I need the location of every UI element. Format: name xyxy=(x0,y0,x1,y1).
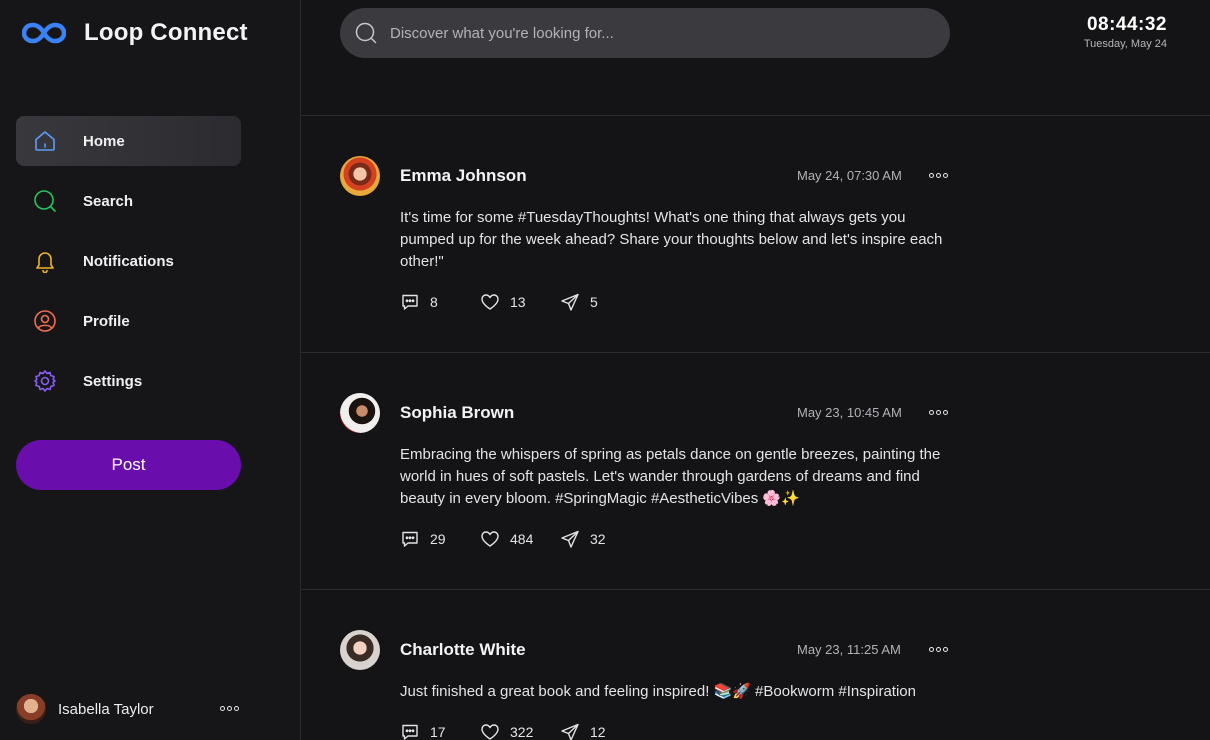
user-circle-icon xyxy=(32,308,58,334)
search-icon xyxy=(355,22,377,44)
sidebar-item-label: Search xyxy=(83,192,134,210)
like-button[interactable]: 484 xyxy=(480,529,533,549)
current-user[interactable]: Isabella Taylor xyxy=(16,694,241,724)
post-author[interactable]: Emma Johnson xyxy=(400,166,527,186)
more-options-icon[interactable] xyxy=(929,410,948,415)
share-count: 32 xyxy=(590,531,606,547)
comment-icon xyxy=(402,294,418,310)
send-icon xyxy=(561,723,579,740)
sidebar-item-home[interactable]: Home xyxy=(16,116,241,166)
search-input[interactable] xyxy=(390,24,910,42)
post-author[interactable]: Charlotte White xyxy=(400,640,526,660)
avatar[interactable] xyxy=(340,393,380,433)
share-count: 12 xyxy=(590,724,606,740)
like-button[interactable]: 322 xyxy=(480,722,533,740)
app: Loop Connect Home Search Notifications P xyxy=(0,0,1210,740)
sidebar-item-label: Notifications xyxy=(83,252,174,270)
comment-icon xyxy=(402,724,418,740)
search-icon xyxy=(32,188,58,214)
post-author[interactable]: Sophia Brown xyxy=(400,403,514,423)
sidebar-item-profile[interactable]: Profile xyxy=(16,296,241,346)
more-options-icon[interactable] xyxy=(929,173,948,178)
post-text: Just finished a great book and feeling i… xyxy=(400,683,916,700)
like-count: 484 xyxy=(510,531,534,547)
post-text: Embracing the whispers of spring as peta… xyxy=(400,446,941,507)
avatar xyxy=(16,694,46,724)
comment-icon xyxy=(402,531,418,547)
send-icon xyxy=(561,293,579,311)
home-icon xyxy=(32,128,58,154)
more-options-icon[interactable] xyxy=(220,706,239,711)
avatar[interactable] xyxy=(340,630,380,670)
brand-name: Loop Connect xyxy=(84,19,248,46)
sidebar-divider xyxy=(300,0,301,740)
like-button[interactable]: 13 xyxy=(480,292,526,312)
heart-icon xyxy=(481,724,499,740)
sidebar-item-settings[interactable]: Settings xyxy=(16,356,241,406)
send-icon xyxy=(561,530,579,548)
post-button[interactable]: Post xyxy=(16,440,241,490)
heart-icon xyxy=(481,531,499,547)
sidebar-item-notifications[interactable]: Notifications xyxy=(16,236,241,286)
sidebar-item-search[interactable]: Search xyxy=(16,176,241,226)
share-button[interactable]: 32 xyxy=(560,529,606,549)
infinity-logo-icon xyxy=(22,22,66,44)
post-text: It's time for some #TuesdayThoughts! Wha… xyxy=(400,209,943,270)
comment-button[interactable]: 17 xyxy=(400,722,446,740)
current-user-name: Isabella Taylor xyxy=(58,700,154,718)
share-count: 5 xyxy=(590,294,598,310)
sidebar: Loop Connect Home Search Notifications P xyxy=(0,0,300,740)
bell-icon xyxy=(32,248,58,274)
heart-icon xyxy=(481,294,499,310)
sidebar-item-label: Profile xyxy=(83,312,130,330)
share-button[interactable]: 5 xyxy=(560,292,598,312)
feed-divider xyxy=(301,589,1210,590)
more-options-icon[interactable] xyxy=(929,647,948,652)
sidebar-item-label: Home xyxy=(83,132,125,150)
post-timestamp: May 23, 10:45 AM xyxy=(797,405,902,420)
gear-icon xyxy=(32,368,58,394)
comment-count: 8 xyxy=(430,294,438,310)
comment-button[interactable]: 8 xyxy=(400,292,438,312)
post-timestamp: May 23, 11:25 AM xyxy=(797,642,901,657)
clock: 08:44:32 Tuesday, May 24 xyxy=(1084,14,1167,50)
feed-divider xyxy=(301,115,1210,116)
comment-count: 29 xyxy=(430,531,446,547)
like-count: 322 xyxy=(510,724,534,740)
brand[interactable]: Loop Connect xyxy=(22,18,248,48)
clock-date: Tuesday, May 24 xyxy=(1083,38,1167,50)
search-bar[interactable] xyxy=(340,8,950,58)
feed-divider xyxy=(301,352,1210,353)
comment-count: 17 xyxy=(430,724,446,740)
post-timestamp: May 24, 07:30 AM xyxy=(797,168,902,183)
clock-time: 08:44:32 xyxy=(1086,14,1167,35)
avatar[interactable] xyxy=(340,156,380,196)
sidebar-item-label: Settings xyxy=(83,372,143,390)
share-button[interactable]: 12 xyxy=(560,722,606,740)
comment-button[interactable]: 29 xyxy=(400,529,446,549)
like-count: 13 xyxy=(510,294,526,310)
